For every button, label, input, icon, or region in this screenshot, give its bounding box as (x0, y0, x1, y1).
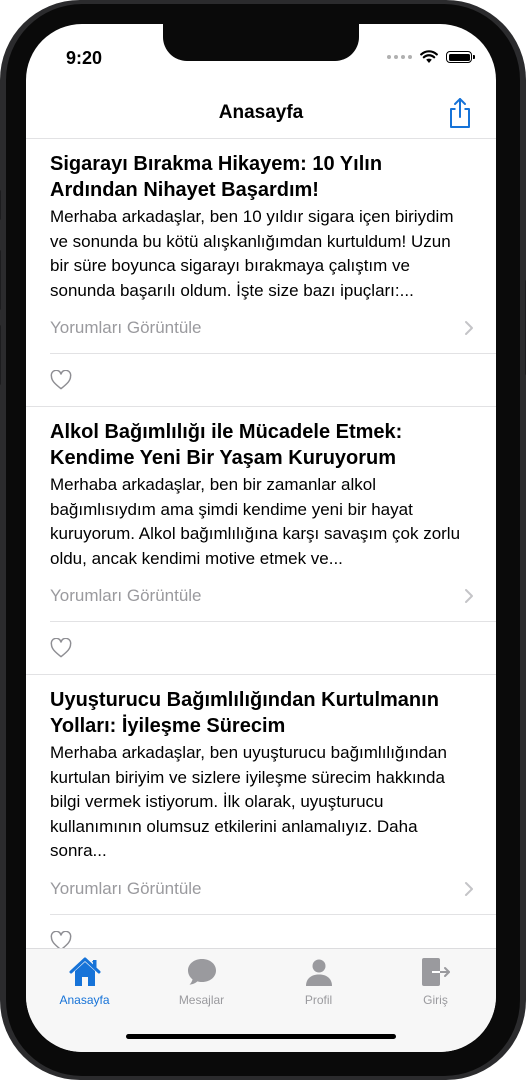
view-comments-label: Yorumları Görüntüle (50, 318, 202, 337)
battery-icon (446, 51, 475, 63)
view-comments-button[interactable]: Yorumları Görüntüle (50, 303, 496, 354)
post-body: Merhaba arkadaşlar, ben bir zamanlar alk… (50, 475, 461, 568)
tab-giris[interactable]: Giriş (377, 955, 494, 1007)
post-feed[interactable]: Sigarayı Bırakma Hikayem: 10 Yılın Ardın… (26, 139, 496, 949)
login-icon (421, 958, 450, 986)
post-title: Uyuşturucu Bağımlılığından Kurtulmanın Y… (50, 689, 439, 737)
view-comments-button[interactable]: Yorumları Görüntüle (50, 864, 496, 915)
heart-icon[interactable] (50, 638, 72, 658)
post-title: Alkol Bağımlılığı ile Mücadele Etmek: Ke… (50, 421, 403, 469)
home-indicator[interactable] (126, 1034, 396, 1039)
status-indicators (387, 50, 475, 64)
chevron-right-icon (465, 321, 473, 335)
wifi-icon (420, 50, 438, 63)
tab-label: Profil (304, 993, 333, 1007)
view-comments-label: Yorumları Görüntüle (50, 586, 202, 605)
screen: 9:20 Anasayfa Sigarayı Bırakma Hikayem: … (26, 24, 496, 1052)
tab-mesajlar[interactable]: Mesajlar (143, 955, 260, 1007)
tab-anasayfa[interactable]: Anasayfa (26, 955, 143, 1007)
post-card: Alkol Bağımlılığı ile Mücadele Etmek: Ke… (26, 407, 496, 675)
tab-label: Giriş (423, 993, 448, 1007)
view-comments-button[interactable]: Yorumları Görüntüle (50, 571, 496, 622)
heart-icon[interactable] (50, 370, 72, 390)
like-row (26, 354, 496, 407)
heart-icon[interactable] (50, 930, 72, 950)
notch (163, 24, 359, 61)
side-button (0, 190, 1, 220)
chevron-right-icon (465, 589, 473, 603)
like-row (26, 622, 496, 675)
signal-dots-icon (387, 55, 412, 59)
chat-bubble-icon (187, 959, 216, 985)
tab-profil[interactable]: Profil (260, 955, 377, 1007)
post-body: Merhaba arkadaşlar, ben uyuşturucu bağım… (50, 743, 447, 860)
post-card: Sigarayı Bırakma Hikayem: 10 Yılın Ardın… (26, 139, 496, 407)
side-button (0, 250, 1, 310)
status-time: 9:20 (66, 48, 103, 68)
page-title: Anasayfa (218, 102, 304, 123)
tab-label: Mesajlar (178, 993, 225, 1007)
post-card: Uyuşturucu Bağımlılığından Kurtulmanın Y… (26, 675, 496, 949)
like-row (26, 915, 496, 950)
tab-label: Anasayfa (59, 993, 110, 1007)
side-button (0, 325, 1, 385)
person-icon (305, 959, 332, 986)
view-comments-label: Yorumları Görüntüle (50, 878, 202, 898)
post-body: Merhaba arkadaşlar, ben 10 yıldır sigara… (50, 207, 454, 300)
share-icon[interactable] (446, 96, 474, 130)
phone-frame: 9:20 Anasayfa Sigarayı Bırakma Hikayem: … (0, 0, 526, 1080)
chevron-right-icon (465, 881, 473, 896)
house-icon (69, 957, 100, 986)
post-title: Sigarayı Bırakma Hikayem: 10 Yılın Ardın… (50, 153, 383, 201)
navigation-bar: Anasayfa (26, 92, 496, 139)
